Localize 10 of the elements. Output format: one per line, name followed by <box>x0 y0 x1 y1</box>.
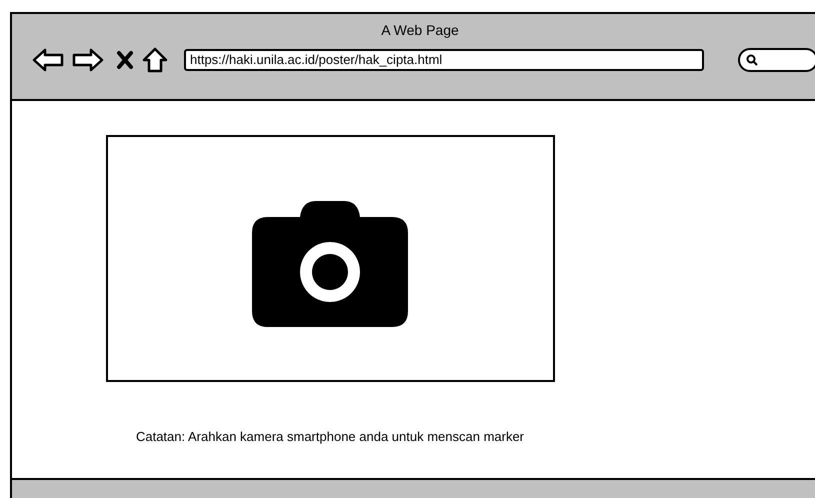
back-icon[interactable] <box>32 48 64 72</box>
forward-icon[interactable] <box>72 48 104 72</box>
search-icon <box>746 54 758 66</box>
address-bar[interactable]: https://haki.unila.ac.id/poster/hak_cipta.html <box>184 49 704 71</box>
camera-icon <box>250 198 410 328</box>
note-text: Catatan: Arahkan kamera smartphone anda untuk menscan marker <box>136 428 524 446</box>
home-icon[interactable] <box>142 47 168 73</box>
search-field[interactable] <box>738 48 815 72</box>
close-icon[interactable] <box>116 50 134 70</box>
window-title: A Web Page <box>381 21 459 40</box>
